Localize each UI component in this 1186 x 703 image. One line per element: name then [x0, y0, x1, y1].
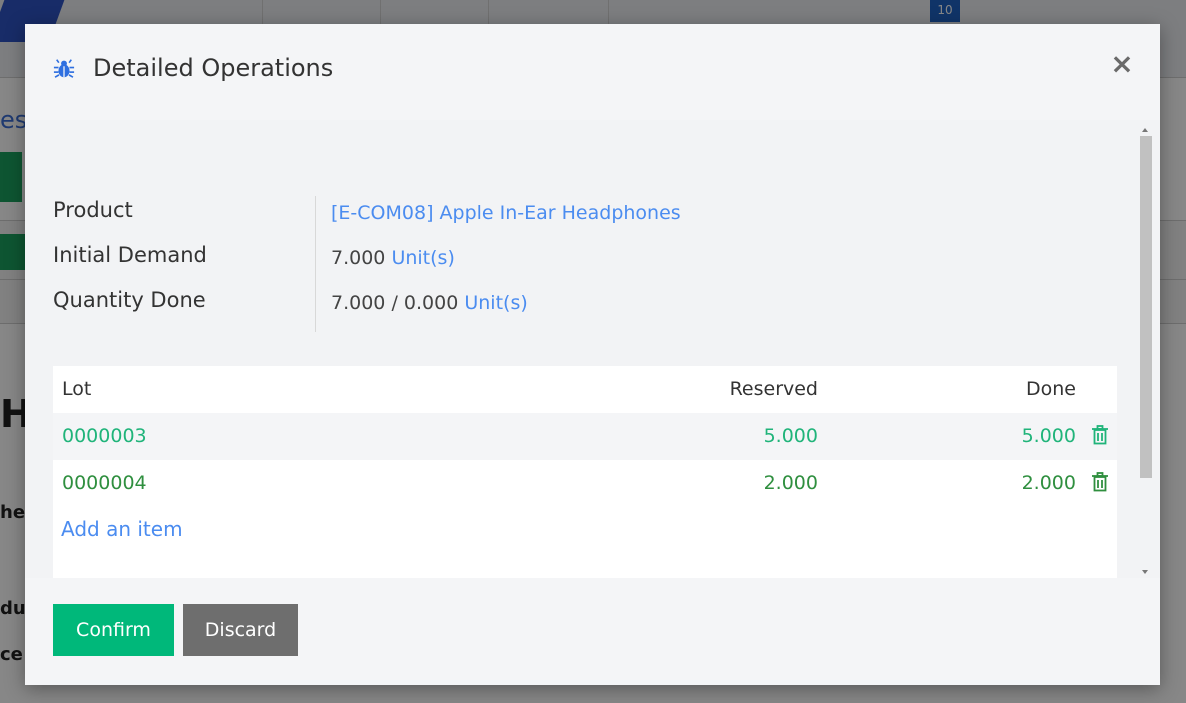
confirm-button[interactable]: Confirm [53, 604, 174, 656]
quantity-done-unit-link[interactable]: Unit(s) [464, 292, 527, 314]
initial-demand-unit-link[interactable]: Unit(s) [391, 247, 454, 269]
quantity-done-qty: 7.000 [331, 292, 386, 314]
modal-header: Detailed Operations × [25, 24, 1160, 120]
done-cell[interactable]: 5.000 [1022, 425, 1076, 447]
product-value: [E-COM08] Apple In-Ear Headphones [331, 202, 681, 224]
initial-demand-value: 7.000 Unit(s) [331, 247, 455, 269]
quantity-separator: / [391, 292, 398, 314]
modal-body: Product Initial Demand Quantity Done [E-… [25, 120, 1160, 578]
scroll-up-arrow[interactable] [1142, 128, 1148, 132]
detailed-operations-dialog: Detailed Operations × Product Initial De… [25, 24, 1160, 685]
initial-demand-qty: 7.000 [331, 247, 386, 269]
product-link[interactable]: [E-COM08] Apple In-Ear Headphones [331, 202, 681, 224]
trash-icon[interactable] [1091, 472, 1109, 492]
table-row[interactable]: 0000003 5.000 5.000 [53, 413, 1117, 460]
modal-title: Detailed Operations [93, 54, 334, 82]
column-header-done[interactable]: Done [1026, 378, 1076, 400]
quantity-total: 0.000 [403, 292, 459, 314]
add-item-link[interactable]: Add an item [61, 517, 183, 541]
bug-icon [53, 59, 75, 78]
quantity-done-label: Quantity Done [53, 288, 206, 312]
reserved-cell: 5.000 [763, 425, 818, 447]
product-label: Product [53, 198, 133, 222]
table-header: Lot Reserved Done [53, 366, 1117, 413]
trash-icon[interactable] [1091, 425, 1109, 445]
reserved-cell: 2.000 [763, 472, 818, 494]
lot-cell[interactable]: 0000003 [62, 425, 147, 447]
close-icon[interactable]: × [1110, 50, 1134, 78]
quantity-done-value: 7.000 / 0.000 Unit(s) [331, 292, 528, 314]
done-cell[interactable]: 2.000 [1022, 472, 1076, 494]
add-item-row: Add an item [53, 507, 1117, 578]
modal-footer: Confirm Discard [25, 578, 1160, 685]
field-divider [315, 196, 316, 332]
column-header-reserved[interactable]: Reserved [730, 378, 818, 400]
table-row[interactable]: 0000004 2.000 2.000 [53, 460, 1117, 507]
vertical-scrollbar[interactable] [1140, 124, 1152, 574]
scroll-thumb[interactable] [1140, 136, 1152, 478]
column-header-lot[interactable]: Lot [62, 378, 91, 400]
initial-demand-label: Initial Demand [53, 243, 207, 267]
discard-button[interactable]: Discard [183, 604, 298, 656]
scroll-down-arrow[interactable] [1142, 570, 1148, 574]
lot-cell[interactable]: 0000004 [62, 472, 147, 494]
lot-table: Lot Reserved Done 0000003 5.000 5.000 00… [53, 366, 1117, 578]
